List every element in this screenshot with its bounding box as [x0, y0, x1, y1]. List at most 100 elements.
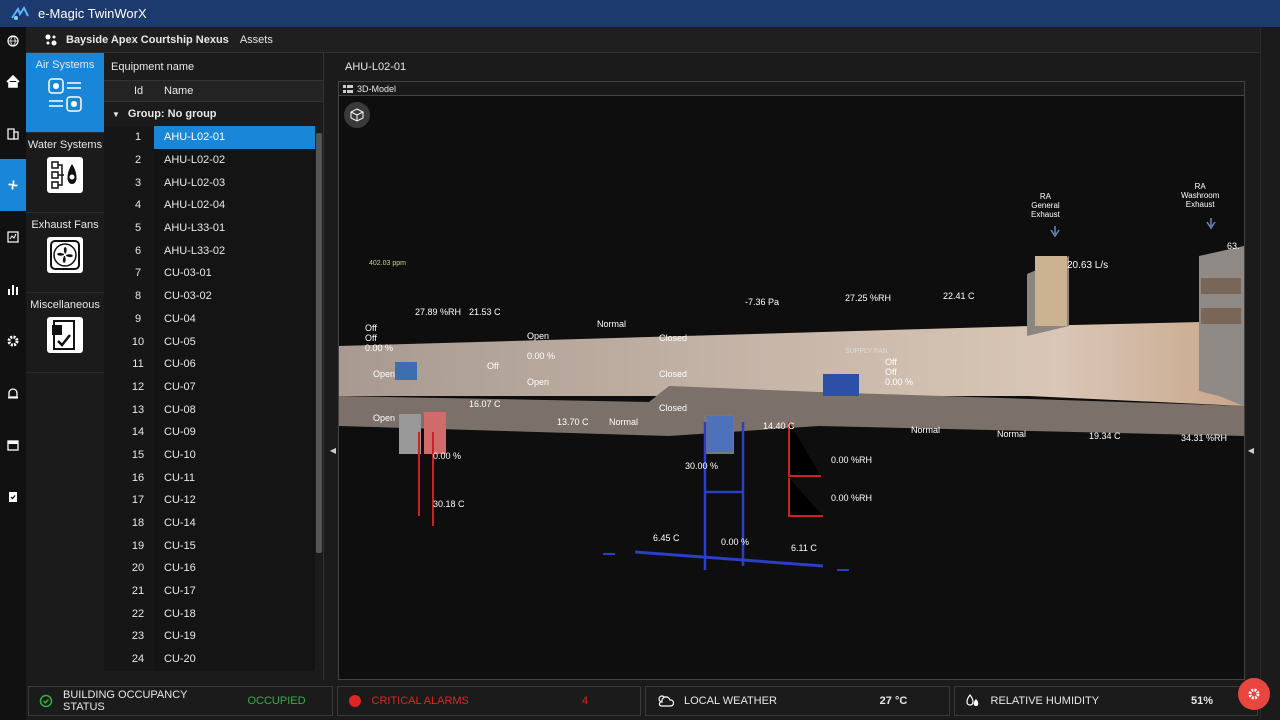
row-id: 23 — [104, 625, 154, 648]
status-bar: BUILDING OCCUPANCY STATUS OCCUPIED CRITI… — [26, 683, 1260, 720]
table-row[interactable]: 2 AHU-L02-02 — [104, 148, 323, 172]
status-relative-humidity[interactable]: RELATIVE HUMIDITY 51% — [953, 686, 1258, 716]
nav-calendar[interactable] — [0, 419, 26, 471]
row-id: 2 — [104, 148, 154, 172]
breadcrumb: Bayside Apex Courtship Nexus Assets — [26, 27, 1260, 53]
gear-icon — [1248, 688, 1260, 700]
hrw-status: Off — [487, 361, 499, 371]
da-temp: 19.34 C — [1089, 431, 1121, 441]
row-id: 12 — [104, 375, 154, 399]
table-row[interactable]: 15 CU-10 — [104, 443, 323, 467]
rcd-command: Closed — [659, 403, 688, 413]
nav-building[interactable] — [0, 107, 26, 159]
row-id: 21 — [104, 579, 154, 603]
table-row[interactable]: 17 CU-12 — [104, 489, 323, 512]
scrollbar[interactable] — [316, 133, 322, 553]
table-row[interactable]: 7 CU-03-01 — [104, 262, 323, 285]
nav-analytics[interactable] — [0, 263, 26, 315]
status-value: 27 °C — [879, 695, 908, 707]
row-name: CU-16 — [154, 557, 315, 580]
ra-general-label: RA General Exhaust — [1031, 192, 1060, 220]
table-row[interactable]: 9 CU-04 — [104, 307, 323, 331]
tab-3d-model[interactable]: 3D-Model — [339, 82, 1244, 96]
nav-checklist[interactable] — [0, 471, 26, 523]
ll-alarm: Normal — [609, 417, 639, 427]
table-row[interactable]: 16 CU-11 — [104, 466, 323, 489]
table-row[interactable]: 20 CU-16 — [104, 557, 323, 580]
row-name: CU-14 — [154, 511, 315, 535]
tab-label: 3D-Model — [357, 83, 397, 94]
building-icon — [7, 128, 19, 140]
row-id: 4 — [104, 194, 154, 217]
row-name: AHU-L33-02 — [154, 239, 315, 263]
hrwf-command: Open — [527, 377, 550, 387]
table-row[interactable]: 10 CU-05 — [104, 330, 323, 353]
nav-settings[interactable] — [0, 315, 26, 367]
table-row[interactable]: 4 AHU-L02-04 — [104, 194, 323, 217]
ef-output: 0.00 % — [365, 343, 394, 353]
left-collapse-handle[interactable]: ◀ — [327, 442, 339, 458]
co2-reading: 402.03 ppm — [369, 260, 406, 267]
table-row[interactable]: 11 CU-06 — [104, 352, 323, 376]
column-id[interactable]: Id — [104, 85, 154, 97]
row-name: CU-09 — [154, 420, 315, 444]
nav-alarms[interactable] — [0, 367, 26, 419]
collapse-triangle-icon[interactable]: ▼ — [112, 110, 120, 119]
table-row[interactable]: 1 AHU-L02-01 — [104, 126, 323, 149]
category-water-systems[interactable]: Water Systems — [26, 133, 104, 213]
model-viewer[interactable]: 3D-Model RA General Exhaust RA Washroom … — [330, 81, 1254, 680]
settings-fab-button[interactable] — [1238, 678, 1270, 710]
calendar-icon — [7, 440, 19, 451]
row-id: 24 — [104, 647, 154, 671]
row-name: CU-03-01 — [154, 262, 315, 285]
left-nav — [0, 27, 26, 720]
row-name: AHU-L02-01 — [154, 126, 315, 149]
category-air-systems[interactable]: Air Systems — [26, 53, 104, 133]
nav-home[interactable] — [0, 55, 26, 107]
right-collapse-handle[interactable]: ◀ — [1245, 442, 1257, 458]
table-row[interactable]: 23 CU-19 — [104, 625, 323, 648]
nav-equipment[interactable] — [0, 159, 26, 211]
table-row[interactable]: 6 AHU-L33-02 — [104, 239, 323, 263]
table-row[interactable]: 3 AHU-L02-03 — [104, 171, 323, 195]
globe-icon — [7, 35, 19, 47]
category-exhaust-fans[interactable]: Exhaust Fans — [26, 213, 104, 293]
status-local-weather[interactable]: LOCAL WEATHER 27 °C — [645, 686, 950, 716]
table-row[interactable]: 13 CU-08 — [104, 398, 323, 421]
eaod-command: Closed — [659, 369, 688, 379]
table-row[interactable]: 5 AHU-L33-01 — [104, 216, 323, 240]
red-dot-icon — [348, 695, 361, 707]
row-id: 7 — [104, 262, 154, 285]
table-row[interactable]: 8 CU-03-02 — [104, 284, 323, 308]
row-id: 6 — [104, 239, 154, 263]
column-name[interactable]: Name — [154, 85, 193, 97]
table-row[interactable]: 21 CU-17 — [104, 579, 323, 603]
chwv-pct: 0.00 % — [721, 537, 750, 547]
table-row[interactable]: 22 CU-18 — [104, 602, 323, 626]
pcv-temp: 30.18 C — [433, 499, 465, 509]
main-panel: AHU-L02-01 3D-Model RA General Exhaust R… — [330, 53, 1254, 680]
table-row[interactable]: 19 CU-15 — [104, 534, 323, 558]
row-name: AHU-L02-02 — [154, 148, 315, 172]
ahu-3d-model — [339, 218, 1244, 571]
row-name: CU-18 — [154, 602, 315, 626]
table-row[interactable]: 18 CU-14 — [104, 511, 323, 535]
supply-fan-label: SUPPLY FAN — [845, 348, 888, 355]
table-row[interactable]: 12 CU-07 — [104, 375, 323, 399]
group-row[interactable]: ▼ Group: No group — [104, 102, 323, 126]
hum1-reading: 0.00 %RH — [831, 455, 873, 465]
category-miscellaneous[interactable]: Miscellaneous — [26, 293, 104, 373]
row-name: CU-12 — [154, 489, 315, 512]
breadcrumb-assets[interactable]: Assets — [240, 34, 273, 46]
status-occupancy[interactable]: BUILDING OCCUPANCY STATUS OCCUPIED — [28, 686, 333, 716]
status-critical-alarms[interactable]: CRITICAL ALARMS 4 — [336, 686, 641, 716]
water-systems-icon — [47, 157, 83, 193]
site-name[interactable]: Bayside Apex Courtship Nexus — [66, 34, 229, 46]
checklist-icon — [9, 492, 17, 502]
category-label: Water Systems — [27, 139, 103, 151]
nav-globe[interactable] — [0, 27, 26, 55]
status-value: OCCUPIED — [247, 695, 306, 707]
nav-reports[interactable] — [0, 211, 26, 263]
table-row[interactable]: 24 CU-20 — [104, 647, 323, 671]
table-row[interactable]: 14 CU-09 — [104, 420, 323, 444]
